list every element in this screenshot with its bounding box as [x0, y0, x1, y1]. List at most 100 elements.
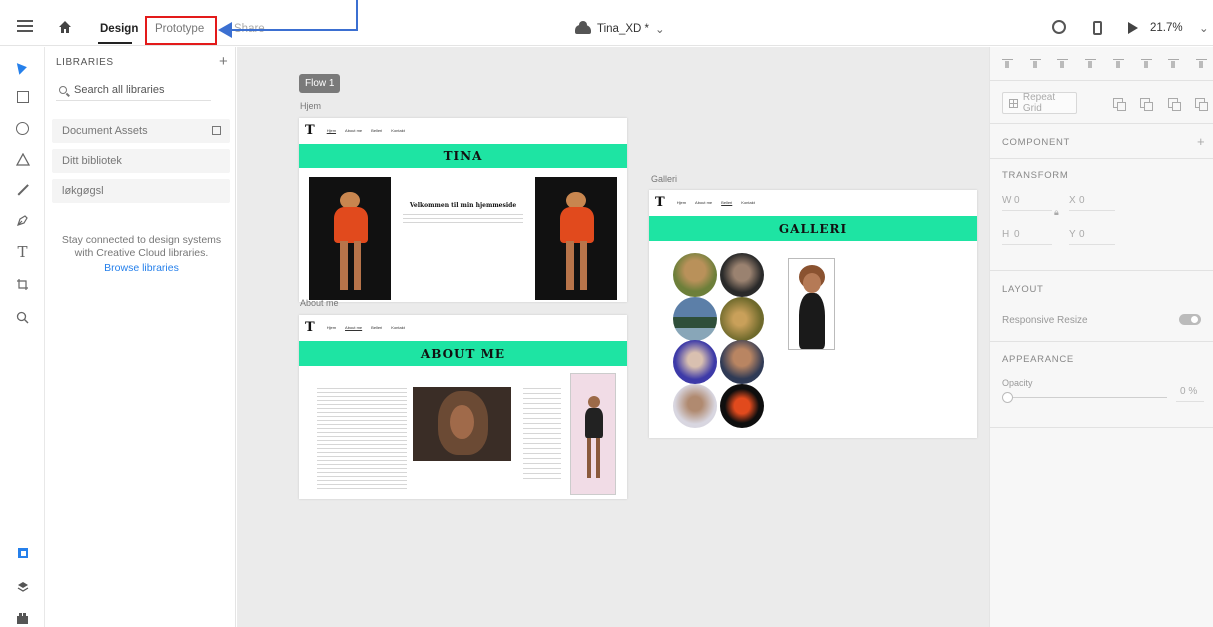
nav-link: Kontakt [391, 324, 405, 330]
artboard-label-hjem[interactable]: Hjem [300, 101, 321, 111]
opacity-label: Opacity [1002, 378, 1033, 388]
mobile-preview-icon[interactable] [1093, 21, 1102, 35]
browse-libraries-link[interactable]: Browse libraries [54, 262, 229, 274]
lock-aspect-icon[interactable]: 🔒︎ [1054, 207, 1059, 218]
tina-photo [535, 177, 617, 300]
library-item-ditt-bibliotek[interactable]: Ditt bibliotek [52, 149, 230, 173]
text-tool[interactable]: T [0, 239, 45, 265]
responsive-resize-toggle[interactable] [1179, 314, 1201, 325]
photo-figure [333, 206, 369, 244]
tab-design[interactable]: Design [100, 23, 138, 35]
artboard-banner: TINA [299, 144, 627, 168]
welcome-text-placeholder [403, 213, 523, 225]
select-tool[interactable] [0, 55, 45, 81]
opacity-slider-handle[interactable] [1002, 392, 1013, 403]
photo-figure [580, 240, 588, 291]
cloud-icon [575, 20, 591, 34]
zoom-tool[interactable] [0, 304, 45, 330]
gallery-photo-circle [673, 297, 717, 341]
add-library-icon[interactable]: + [219, 53, 228, 70]
gallery-photo-circle [720, 340, 764, 384]
home-icon[interactable] [58, 20, 72, 34]
align-center-icon[interactable] [1140, 59, 1152, 68]
photo-figure [354, 240, 362, 291]
distribute-vertical-icon[interactable] [1085, 59, 1097, 68]
intersect-boolean-icon[interactable] [1167, 98, 1181, 111]
nav-link: Belleri [371, 127, 383, 133]
search-icon [59, 85, 67, 94]
height-input[interactable]: 0 [1014, 229, 1020, 240]
component-section-title: COMPONENT [1002, 137, 1071, 148]
align-bottom-icon[interactable] [1057, 59, 1069, 68]
zoom-level[interactable]: 21.7% [1150, 22, 1183, 34]
polygon-tool[interactable] [0, 146, 45, 172]
add-component-icon[interactable]: + [1197, 134, 1205, 149]
library-search-input[interactable]: Search all libraries [56, 79, 211, 101]
artboard-hjem[interactable]: T Hjem About me Belleri Kontakt TINA Vel… [299, 118, 627, 302]
play-icon[interactable] [1128, 22, 1138, 34]
tina-portrait-photo [413, 387, 511, 461]
artboard-banner: ABOUT ME [299, 341, 627, 366]
nav-link: About me [345, 324, 363, 330]
photo-figure [585, 408, 603, 438]
opacity-slider-track[interactable] [1012, 397, 1167, 398]
repeat-grid-button[interactable]: Repeat Grid [1002, 92, 1077, 114]
line-tool[interactable] [0, 177, 45, 203]
align-top-icon[interactable] [1002, 59, 1013, 68]
opacity-value[interactable]: 0 % [1180, 386, 1197, 397]
design-canvas[interactable]: Flow 1 Hjem T Hjem About me Belleri Kont… [237, 47, 989, 627]
align-right-icon[interactable] [1168, 59, 1180, 68]
photo-figure [803, 273, 821, 293]
document-title[interactable]: Tina_XD * ⌄ [575, 20, 665, 36]
artboard-label-galleri[interactable]: Galleri [651, 174, 677, 184]
tool-rail: T [0, 47, 45, 627]
ellipse-tool[interactable] [0, 115, 45, 141]
y-input-underline [1069, 244, 1115, 245]
nav-link: Kontakt [741, 199, 755, 205]
pen-tool[interactable] [0, 207, 45, 233]
photo-figure [587, 438, 591, 478]
chevron-down-icon[interactable]: ⌄ [1199, 21, 1209, 35]
transform-section-title: TRANSFORM [1002, 170, 1069, 181]
responsive-resize-label: Responsive Resize [1002, 315, 1088, 326]
site-logo: T [305, 122, 315, 138]
user-icon[interactable] [1052, 20, 1066, 34]
x-input[interactable]: 0 [1079, 195, 1085, 206]
add-boolean-icon[interactable] [1113, 98, 1126, 111]
plugins-panel-button[interactable] [0, 605, 45, 627]
x-label: X [1069, 195, 1076, 206]
top-bar: Design Prototype Share Tina_XD * ⌄ 21.7%… [0, 0, 1213, 46]
artboard-tool[interactable] [0, 271, 45, 297]
flow-badge[interactable]: Flow 1 [299, 74, 341, 93]
about-text-placeholder [317, 387, 407, 492]
document-icon [212, 126, 221, 135]
subtract-boolean-icon[interactable] [1140, 98, 1154, 111]
document-name: Tina_XD * [597, 23, 649, 35]
gallery-photo-circle [673, 384, 717, 428]
exclude-boolean-icon[interactable] [1194, 98, 1208, 111]
nav-link: Hjem [676, 199, 687, 205]
chevron-down-icon: ⌄ [655, 24, 665, 36]
divider [990, 427, 1213, 428]
gallery-photo-circle [673, 253, 717, 297]
artboard-galleri[interactable]: T Hjem About me Belleri Kontakt GALLERI [649, 190, 977, 438]
distribute-horizontal-icon[interactable] [1195, 59, 1207, 68]
layers-panel-button[interactable] [0, 574, 45, 600]
align-left-icon[interactable] [1112, 59, 1124, 68]
artboard-banner: GALLERI [649, 216, 977, 241]
artboard-label-about-me[interactable]: About me [300, 298, 339, 308]
library-item-lokgogsl[interactable]: løkgøgsl [52, 179, 230, 203]
y-input[interactable]: 0 [1079, 229, 1085, 240]
gallery-photo-circle [673, 340, 717, 384]
width-input-underline [1002, 210, 1052, 211]
artboard-about-me[interactable]: T Hjem About me Belleri Kontakt ABOUT ME [299, 315, 627, 499]
rectangle-tool[interactable] [0, 84, 45, 110]
library-item-document-assets[interactable]: Document Assets [52, 119, 230, 143]
photo-figure [566, 240, 574, 291]
width-input[interactable]: 0 [1014, 195, 1020, 206]
libraries-panel-button[interactable] [0, 540, 45, 566]
layout-section-title: LAYOUT [1002, 284, 1044, 295]
align-middle-icon[interactable] [1029, 59, 1041, 68]
photo-figure [340, 240, 348, 291]
hamburger-menu-icon[interactable] [17, 20, 33, 32]
